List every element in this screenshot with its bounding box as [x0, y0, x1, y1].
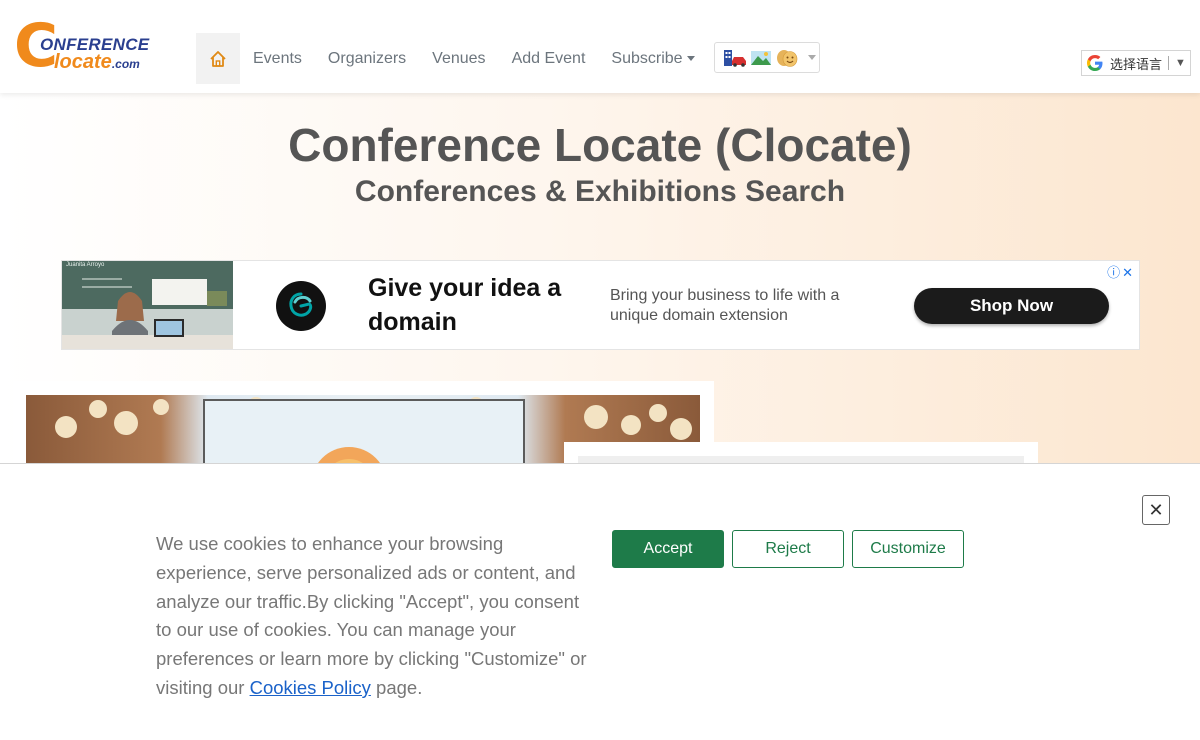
ad-shop-now-button[interactable]: Shop Now — [914, 288, 1109, 324]
landscape-icon — [751, 50, 771, 65]
hotel-car-icon — [724, 49, 746, 67]
page-subtitle: Conferences & Exhibitions Search — [354, 175, 846, 208]
nav-add-event[interactable]: Add Event — [499, 33, 599, 84]
page-title: Conference Locate (Clocate) — [288, 119, 912, 171]
main-nav: Events Organizers Venues Add Event Subsc… — [196, 33, 708, 84]
accept-button[interactable]: Accept — [612, 530, 724, 568]
ad-headline: Give your idea a domain — [368, 274, 562, 336]
logo-bottom-text: locate.com — [54, 51, 140, 73]
nav-subscribe-label: Subscribe — [611, 50, 683, 67]
ad-photo: Juanita Arroyo — [62, 261, 233, 349]
cookies-policy-link[interactable]: Cookies Policy — [250, 677, 371, 698]
theater-masks-icon — [777, 49, 798, 67]
cookie-consent-banner: We use cookies to enhance your browsing … — [0, 463, 1200, 740]
ad-body-text: Bring your business to life with a uniqu… — [610, 287, 840, 324]
nav-venues[interactable]: Venues — [419, 33, 498, 84]
cookie-message: We use cookies to enhance your browsing … — [156, 533, 587, 698]
nav-home[interactable] — [196, 33, 240, 84]
category-dropdown[interactable] — [714, 42, 820, 73]
google-translate-select[interactable]: 选择语言 ▼ — [1081, 50, 1191, 76]
ad-banner[interactable]: Juanita Arroyo Give your idea a domain B… — [61, 260, 1140, 350]
chevron-down-icon — [808, 55, 816, 60]
nav-subscribe[interactable]: Subscribe — [598, 33, 707, 84]
ad-brand-logo — [276, 281, 326, 331]
translate-label: 选择语言 — [1110, 56, 1163, 72]
customize-button[interactable]: Customize — [852, 530, 964, 568]
dropdown-arrow-icon: ▼ — [1175, 57, 1186, 69]
reject-button[interactable]: Reject — [732, 530, 844, 568]
chevron-down-icon — [686, 56, 695, 62]
nav-organizers[interactable]: Organizers — [315, 33, 419, 84]
google-g-icon — [1087, 55, 1103, 71]
godaddy-g-icon — [289, 292, 313, 317]
divider — [1168, 56, 1170, 70]
home-icon — [210, 50, 226, 67]
ad-photo-caption: Juanita Arroyo — [66, 262, 105, 268]
site-logo[interactable]: C ONFERENCE locate.com — [14, 16, 154, 76]
nav-events[interactable]: Events — [240, 33, 315, 84]
navbar: C ONFERENCE locate.com Events Organizers… — [0, 0, 1200, 93]
close-icon[interactable]: ✕ — [1142, 495, 1170, 525]
ad-choices-close-icon[interactable]: ⓘ✕ — [1107, 262, 1135, 281]
